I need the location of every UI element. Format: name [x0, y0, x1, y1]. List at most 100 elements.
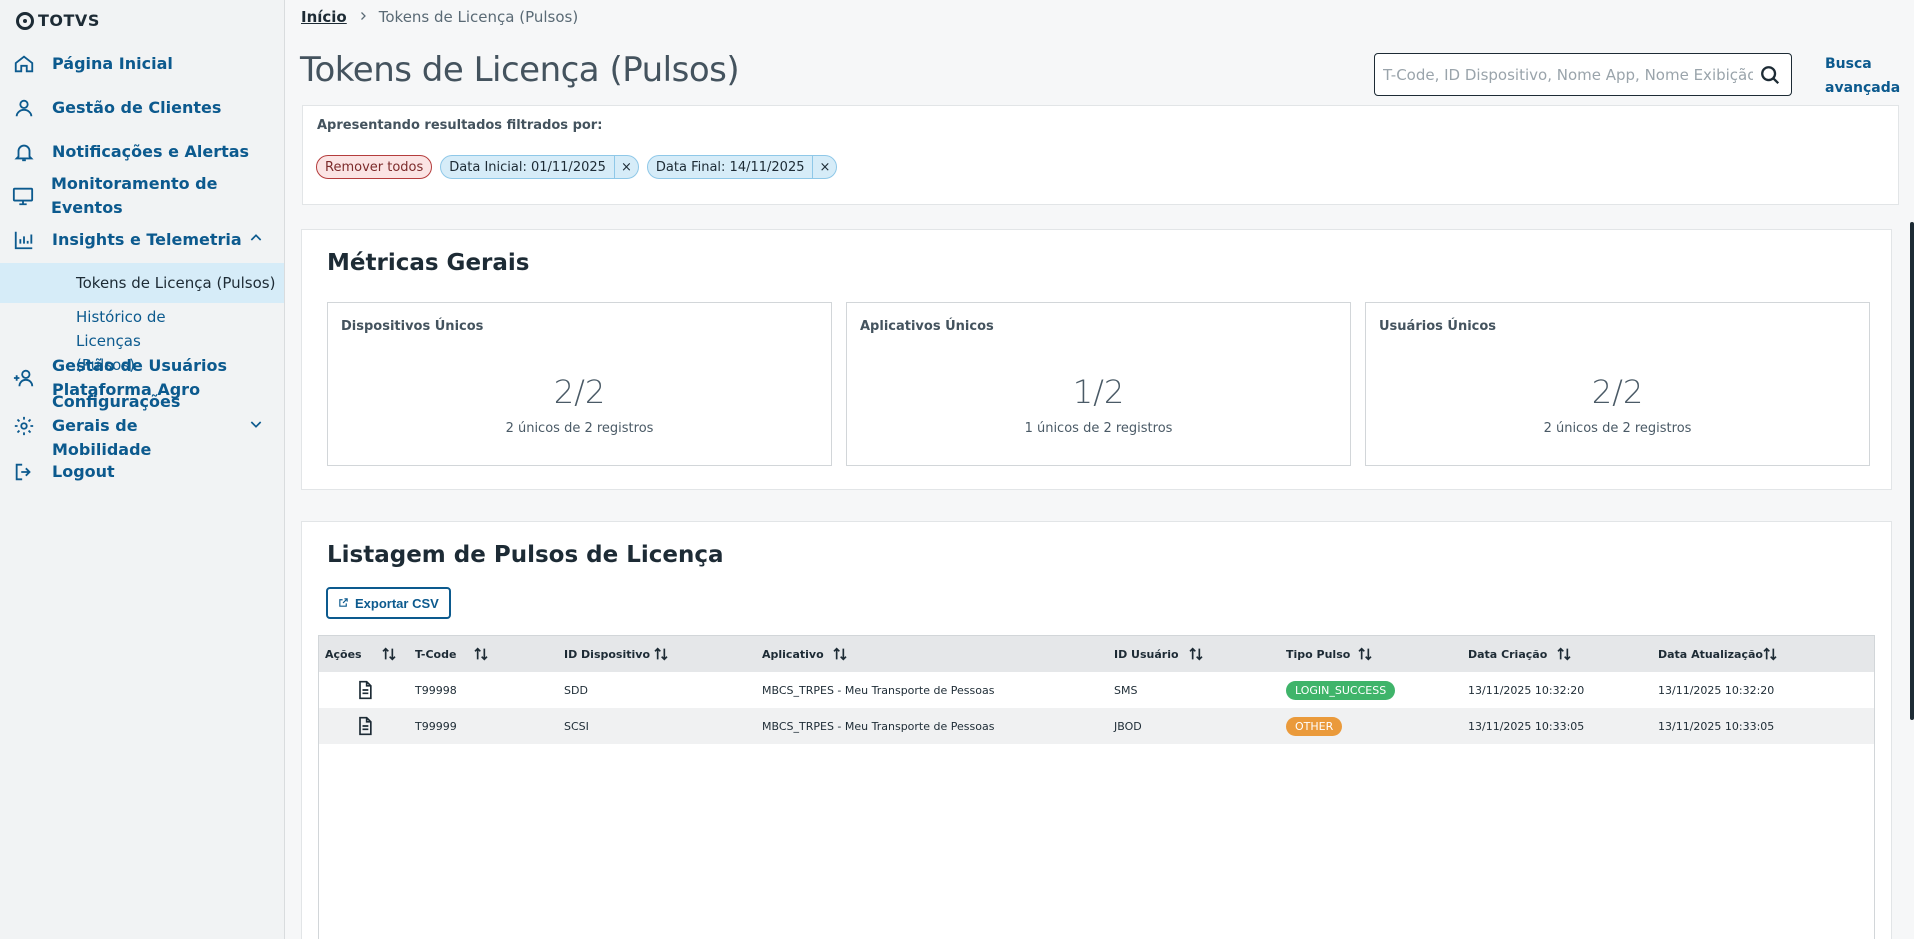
sidebar-item-label: Página Inicial — [52, 54, 173, 73]
filter-chip-label: Data Inicial: 01/11/2025 — [449, 159, 606, 175]
metric-subtext: 1 únicos de 2 registros — [1024, 421, 1173, 436]
table-row: T99999 SCSI MBCS_TRPES - Meu Transporte … — [319, 708, 1874, 744]
cell-device: SCSI — [564, 719, 589, 733]
breadcrumb-home-link[interactable]: Início — [301, 8, 347, 26]
sidebar-item-home[interactable]: Página Inicial — [0, 52, 284, 76]
column-header-label: T-Code — [415, 647, 457, 661]
column-header-label: ID Dispositivo — [564, 647, 651, 661]
cell-app: MBCS_TRPES - Meu Transporte de Pessoas — [762, 719, 995, 733]
sort-icon[interactable] — [473, 646, 489, 662]
breadcrumb: Início Tokens de Licença (Pulsos) — [301, 8, 578, 26]
column-header-label: Data Criação — [1468, 647, 1548, 661]
sort-icon[interactable] — [381, 646, 397, 662]
metric-subtext: 2 únicos de 2 registros — [505, 421, 654, 436]
sidebar-item-label: Configurações Gerais de Mobilidade — [52, 392, 181, 459]
metrics-title: Métricas Gerais — [327, 250, 530, 276]
sidebar-item-label: Monitoramento de Eventos — [50, 174, 218, 217]
filter-title: Apresentando resultados filtrados por: — [317, 118, 603, 133]
sidebar-item-notifications[interactable]: Notificações e Alertas — [0, 140, 284, 164]
sort-icon[interactable] — [832, 646, 848, 662]
cell-tcode: T99998 — [415, 683, 457, 697]
search-box — [1374, 53, 1792, 96]
status-badge: OTHER — [1286, 716, 1343, 736]
column-header-label: ID Usuário — [1114, 647, 1179, 661]
document-icon[interactable] — [355, 679, 375, 701]
column-header-actions: Ações — [319, 636, 409, 672]
filter-chips: Remover todos Data Inicial: 01/11/2025 ×… — [316, 155, 838, 179]
sidebar: TOTVS Página Inicial Gestão de Clientes … — [0, 0, 285, 939]
metric-value: 2/2 — [553, 373, 606, 411]
metric-card-devices: Dispositivos Únicos 2/2 2 únicos de 2 re… — [327, 302, 832, 466]
breadcrumb-current: Tokens de Licença (Pulsos) — [378, 8, 579, 26]
table-header: Ações T-Code ID Dispositivo Aplicativo I… — [319, 636, 1874, 672]
metric-card-users: Usuários Únicos 2/2 2 únicos de 2 regist… — [1365, 302, 1870, 466]
table-row: T99998 SDD MBCS_TRPES - Meu Transporte d… — [319, 672, 1874, 708]
close-icon[interactable]: × — [812, 156, 836, 178]
sort-icon[interactable] — [1357, 646, 1373, 662]
sort-icon[interactable] — [1556, 646, 1572, 662]
sidebar-item-label: Insights e Telemetria — [52, 230, 242, 249]
add-user-icon — [12, 366, 36, 390]
status-badge: LOGIN_SUCCESS — [1286, 680, 1396, 700]
column-header-type: Tipo Pulso — [1280, 636, 1462, 672]
user-icon — [12, 96, 36, 120]
bar-chart-icon — [12, 228, 36, 252]
monitor-icon — [12, 184, 35, 208]
search-icon[interactable] — [1759, 64, 1781, 90]
export-csv-label: Exportar CSV — [355, 595, 439, 611]
metric-subtext: 2 únicos de 2 registros — [1543, 421, 1692, 436]
listing-title: Listagem de Pulsos de Licença — [327, 542, 724, 568]
sort-icon[interactable] — [1762, 646, 1778, 662]
metric-label: Dispositivos Únicos — [341, 319, 484, 334]
column-header-user: ID Usuário — [1108, 636, 1280, 672]
export-csv-button[interactable]: Exportar CSV — [326, 587, 451, 619]
advanced-search-link[interactable]: Busca avançada — [1825, 52, 1900, 100]
document-icon[interactable] — [355, 715, 375, 737]
column-header-label: Ações — [325, 647, 362, 661]
filter-chip-label: Data Final: 14/11/2025 — [655, 159, 805, 175]
column-header-label: Data Atualização — [1658, 647, 1763, 661]
sidebar-subitem-tokens[interactable]: Tokens de Licença (Pulsos) — [0, 263, 284, 303]
cell-updated: 13/11/2025 10:33:05 — [1658, 719, 1775, 733]
metric-value: 2/2 — [1591, 373, 1644, 411]
chevron-right-icon — [357, 8, 369, 26]
listing-card: Listagem de Pulsos de Licença Exportar C… — [301, 521, 1892, 939]
column-header-created: Data Criação — [1462, 636, 1652, 672]
column-header-updated: Data Atualização — [1652, 636, 1872, 672]
cell-user: SMS — [1114, 683, 1138, 697]
totvs-logo-icon — [16, 11, 34, 30]
sidebar-item-clients[interactable]: Gestão de Clientes — [0, 96, 284, 120]
chevron-down-icon[interactable] — [248, 416, 264, 436]
cell-user: JBOD — [1114, 719, 1142, 733]
pulses-table: Ações T-Code ID Dispositivo Aplicativo I… — [318, 635, 1875, 939]
metric-card-apps: Aplicativos Únicos 1/2 1 únicos de 2 reg… — [846, 302, 1351, 466]
sidebar-item-logout[interactable]: Logout — [0, 460, 284, 484]
chevron-up-icon[interactable] — [248, 230, 264, 250]
sort-icon[interactable] — [653, 646, 669, 662]
remove-all-label: Remover todos — [325, 159, 424, 175]
column-header-label: Tipo Pulso — [1286, 647, 1351, 661]
cell-created: 13/11/2025 10:33:05 — [1468, 719, 1585, 733]
bell-icon — [12, 140, 36, 164]
sidebar-item-events[interactable]: Monitoramento de Eventos — [0, 174, 284, 217]
filter-chip-end-date: Data Final: 14/11/2025 × — [646, 155, 838, 179]
search-input[interactable] — [1383, 65, 1753, 84]
logout-icon — [12, 460, 36, 484]
close-icon[interactable]: × — [613, 156, 638, 178]
page-scrollbar[interactable] — [1910, 222, 1914, 720]
sort-icon[interactable] — [1188, 646, 1204, 662]
table-body: T99998 SDD MBCS_TRPES - Meu Transporte d… — [319, 672, 1874, 744]
cell-actions — [319, 708, 409, 744]
sidebar-item-mobility-settings[interactable]: Configurações Gerais de Mobilidade — [0, 392, 284, 459]
column-header-tcode: T-Code — [409, 636, 558, 672]
brand-logo[interactable]: TOTVS — [16, 11, 100, 30]
cell-tcode: T99999 — [415, 719, 457, 733]
sidebar-subitem-label: Tokens de Licença (Pulsos) — [76, 274, 276, 292]
remove-all-filters-button[interactable]: Remover todos — [316, 155, 433, 179]
sidebar-item-insights[interactable]: Insights e Telemetria — [0, 228, 284, 252]
metric-value: 1/2 — [1072, 373, 1125, 411]
cell-type: LOGIN_SUCCESS — [1280, 672, 1462, 708]
column-header-app: Aplicativo — [756, 636, 1108, 672]
filter-chip-start-date: Data Inicial: 01/11/2025 × — [440, 155, 639, 179]
sidebar-item-label: Gestão de Clientes — [52, 98, 222, 117]
